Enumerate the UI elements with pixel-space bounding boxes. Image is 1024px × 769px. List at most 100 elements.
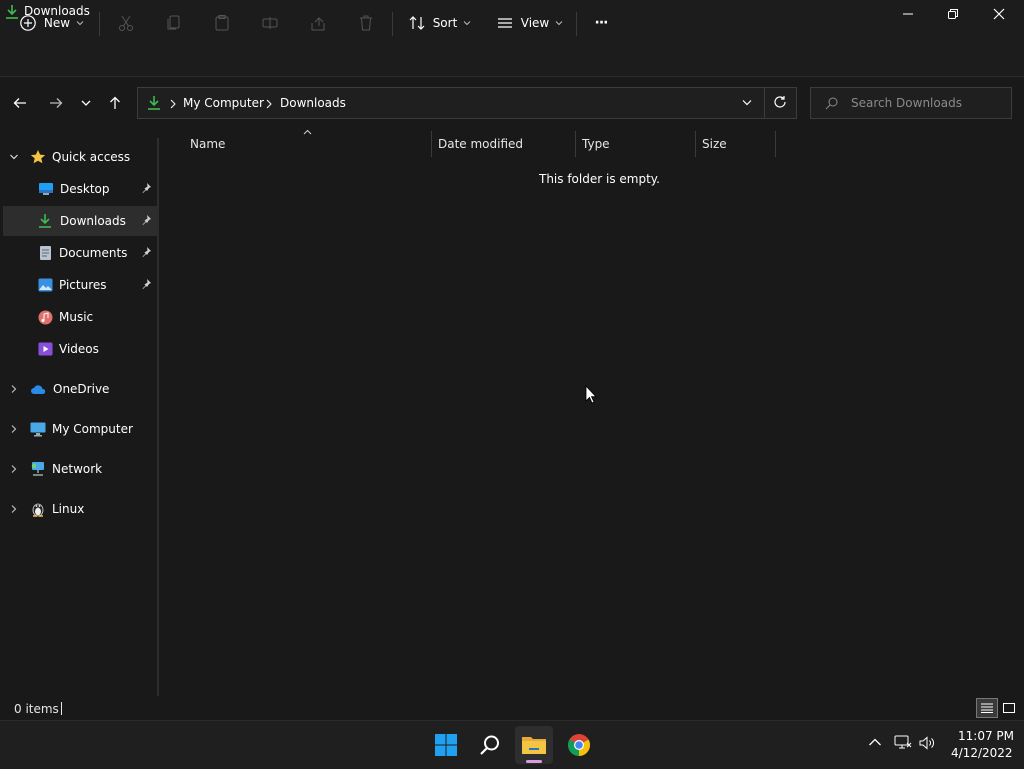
column-divider[interactable] (575, 131, 576, 157)
windows-logo-icon (435, 734, 457, 756)
volume-icon[interactable] (918, 735, 936, 751)
status-divider (61, 702, 62, 715)
sort-label: Sort (432, 16, 458, 30)
search-icon (825, 97, 838, 110)
chevron-down-icon (742, 100, 752, 106)
sidebar-item-pictures[interactable]: Pictures (0, 270, 157, 300)
sidebar-item-downloads[interactable]: Downloads (3, 206, 157, 236)
active-indicator (526, 760, 542, 763)
address-bar[interactable]: My Computer Downloads (137, 87, 797, 119)
sidebar-item-label: Desktop (60, 182, 110, 196)
search-icon (480, 735, 499, 755)
chevron-right-icon (11, 425, 17, 433)
paste-button[interactable] (208, 8, 236, 38)
folder-icon (522, 737, 546, 754)
sidebar-item-desktop[interactable]: Desktop (0, 174, 157, 204)
sidebar-item-label: Pictures (59, 278, 107, 292)
breadcrumb-my-computer[interactable]: My Computer (183, 96, 264, 110)
pictures-icon (38, 278, 53, 292)
breadcrumb-downloads[interactable]: Downloads (280, 96, 346, 110)
computer-icon (30, 422, 46, 437)
recent-locations-button[interactable] (74, 90, 98, 116)
details-view-button[interactable] (976, 698, 998, 718)
chevron-right-icon (11, 465, 17, 473)
sort-button[interactable]: Sort (404, 8, 476, 38)
column-divider[interactable] (431, 131, 432, 157)
share-button[interactable] (304, 8, 332, 38)
sort-icon (409, 16, 425, 30)
restore-button[interactable] (930, 0, 976, 28)
new-button[interactable]: New (16, 8, 88, 38)
divider (392, 12, 393, 36)
sidebar-item-quick-access[interactable]: Quick access (0, 142, 157, 172)
new-label: New (43, 16, 71, 30)
address-history-button[interactable] (741, 98, 753, 108)
more-options-button[interactable]: ··· (586, 8, 616, 38)
chevron-down-icon (10, 154, 18, 160)
sidebar-item-label: Linux (52, 502, 85, 516)
clock-date[interactable]: 4/12/2022 (951, 746, 1013, 760)
sidebar-item-linux[interactable]: Linux (0, 494, 157, 524)
back-button[interactable] (8, 90, 32, 116)
network-icon (30, 461, 46, 477)
sidebar-item-documents[interactable]: Documents (0, 238, 157, 268)
arrow-left-icon (13, 98, 26, 108)
chrome-icon (568, 734, 590, 756)
column-divider[interactable] (695, 131, 696, 157)
view-label: View (520, 16, 550, 30)
paste-icon (215, 15, 229, 31)
start-button[interactable] (427, 726, 465, 764)
sidebar-item-onedrive[interactable]: OneDrive (0, 374, 157, 404)
cut-button[interactable] (112, 8, 140, 38)
download-icon (147, 95, 161, 111)
sidebar-item-label: Downloads (60, 214, 126, 228)
chrome-taskbar-button[interactable] (560, 726, 598, 764)
column-divider[interactable] (775, 131, 776, 157)
arrow-up-icon (110, 96, 120, 109)
copy-button[interactable] (160, 8, 188, 38)
column-header-date-modified[interactable]: Date modified (438, 137, 574, 153)
mouse-cursor-icon (585, 385, 597, 404)
minimize-icon (903, 13, 913, 15)
sidebar-item-my-computer[interactable]: My Computer (0, 414, 157, 444)
show-hidden-icons-button[interactable] (868, 737, 882, 747)
sort-ascending-icon (303, 129, 312, 135)
chevron-right-icon (265, 99, 273, 109)
column-header-size[interactable]: Size (702, 137, 774, 153)
linux-icon (30, 501, 46, 517)
rename-button[interactable] (256, 8, 284, 38)
pin-icon[interactable] (140, 182, 152, 194)
pin-icon[interactable] (140, 246, 152, 258)
column-header-name[interactable]: Name (190, 137, 430, 153)
minimize-button[interactable] (885, 0, 931, 28)
sidebar-item-videos[interactable]: Videos (0, 334, 157, 364)
pin-icon[interactable] (140, 278, 152, 290)
document-icon (39, 245, 52, 261)
sidebar-item-label: OneDrive (53, 382, 110, 396)
refresh-button[interactable] (773, 95, 787, 109)
column-header-type[interactable]: Type (582, 137, 694, 153)
search-placeholder: Search Downloads (851, 96, 962, 110)
pin-icon[interactable] (140, 214, 152, 226)
chevron-right-icon (11, 505, 17, 513)
refresh-icon (774, 96, 786, 108)
forward-button[interactable] (44, 90, 68, 116)
sidebar-item-label: My Computer (52, 422, 133, 436)
delete-button[interactable] (352, 8, 380, 38)
search-input[interactable]: Search Downloads (810, 87, 1012, 119)
up-button[interactable] (103, 90, 127, 116)
view-button[interactable]: View (492, 8, 568, 38)
share-icon (311, 17, 325, 31)
sidebar-item-music[interactable]: Music (0, 302, 157, 332)
search-button[interactable] (471, 726, 509, 764)
network-status-icon[interactable] (894, 735, 912, 751)
close-button[interactable] (976, 0, 1022, 28)
pane-splitter[interactable] (157, 138, 159, 696)
divider (576, 12, 577, 36)
tiles-view-icon (1003, 703, 1015, 713)
sidebar-item-network[interactable]: Network (0, 454, 157, 484)
tiles-view-button[interactable] (999, 698, 1019, 718)
clock-time[interactable]: 11:07 PM (958, 729, 1014, 743)
file-explorer-taskbar-button[interactable] (515, 726, 553, 764)
status-item-count: 0 items (14, 702, 59, 716)
